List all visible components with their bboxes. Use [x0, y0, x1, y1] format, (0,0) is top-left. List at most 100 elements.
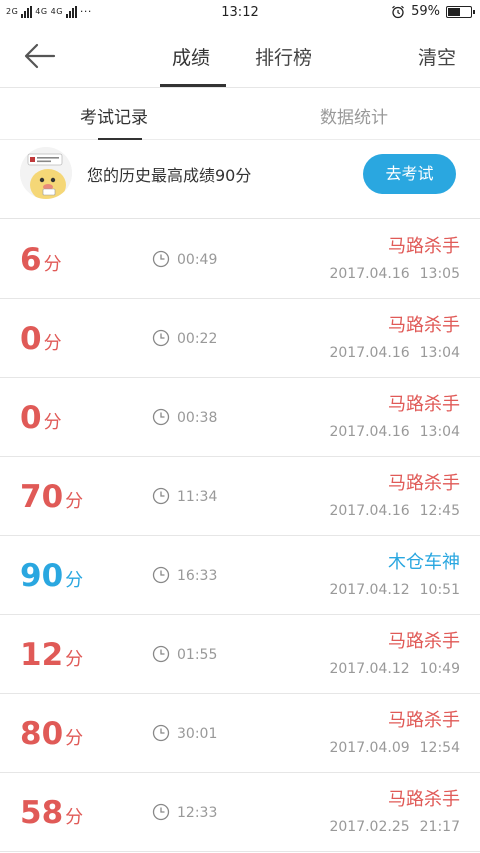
record-score-value: 0 — [20, 321, 42, 357]
tab-score[interactable]: 成绩 — [172, 43, 210, 70]
clear-button[interactable]: 清空 — [418, 43, 456, 70]
record-date: 2017.04.09 — [329, 740, 410, 756]
record-datetime: 2017.04.09 12:54 — [329, 740, 460, 756]
record-row[interactable]: 0 分 00:22 马路杀手 2017.04.16 13:04 — [0, 299, 480, 378]
clock-icon — [152, 329, 170, 347]
subtab-records-underline — [98, 138, 142, 140]
record-duration: 11:34 — [177, 489, 218, 505]
subtab-exam-records[interactable]: 考试记录 — [80, 103, 148, 128]
record-title: 马路杀手 — [388, 710, 460, 731]
record-duration: 00:38 — [177, 410, 218, 426]
record-title: 马路杀手 — [388, 473, 460, 494]
header: 成绩 排行榜 清空 — [0, 26, 480, 88]
battery-fill — [448, 7, 460, 16]
record-score-unit: 分 — [65, 491, 84, 512]
best-score-banner: 您的历史最高成绩90分 去考试 — [0, 141, 480, 219]
status-right: 59% — [391, 4, 475, 19]
record-date: 2017.04.16 — [329, 345, 410, 361]
record-date: 2017.04.16 — [329, 503, 410, 519]
tab-ranking[interactable]: 排行榜 — [255, 43, 312, 70]
record-duration: 16:33 — [177, 568, 218, 584]
record-score-value: 58 — [20, 795, 64, 831]
record-row[interactable]: 58 分 12:33 马路杀手 2017.02.25 21:17 — [0, 773, 480, 852]
record-time: 21:17 — [419, 819, 460, 835]
exam-records-list: 6 分 00:49 马路杀手 2017.04.16 13:05 0 分 00:22 马路杀手 201… — [0, 220, 480, 852]
record-score: 90 分 — [20, 558, 83, 594]
record-duration: 00:49 — [177, 252, 218, 268]
record-time: 12:54 — [419, 740, 460, 756]
record-datetime: 2017.04.16 13:04 — [329, 424, 460, 440]
record-score-value: 12 — [20, 637, 64, 673]
record-date: 2017.04.12 — [329, 661, 410, 677]
clock-icon — [152, 803, 170, 821]
status-bar: 2G 4G 4G ··· 13:12 59% — [0, 0, 480, 26]
record-date: 2017.04.16 — [329, 424, 410, 440]
record-title: 马路杀手 — [388, 236, 460, 257]
record-duration: 00:22 — [177, 331, 218, 347]
record-date: 2017.04.16 — [329, 266, 410, 282]
record-row[interactable]: 80 分 30:01 马路杀手 2017.04.09 12:54 — [0, 694, 480, 773]
subtabs: 考试记录 数据统计 — [0, 88, 480, 140]
subtab-data-stats[interactable]: 数据统计 — [320, 103, 388, 128]
record-score-unit: 分 — [65, 807, 84, 828]
record-score: 80 分 — [20, 716, 83, 752]
record-duration: 01:55 — [177, 647, 218, 663]
record-title: 马路杀手 — [388, 394, 460, 415]
record-datetime: 2017.04.16 13:04 — [329, 345, 460, 361]
record-row[interactable]: 70 分 11:34 马路杀手 2017.04.16 12:45 — [0, 457, 480, 536]
record-row[interactable]: 6 分 00:49 马路杀手 2017.04.16 13:05 — [0, 220, 480, 299]
record-datetime: 2017.02.25 21:17 — [329, 819, 460, 835]
record-score: 70 分 — [20, 479, 83, 515]
arrow-left-icon[interactable] — [22, 40, 58, 72]
record-time: 10:51 — [419, 582, 460, 598]
record-date: 2017.02.25 — [329, 819, 410, 835]
record-date: 2017.04.12 — [329, 582, 410, 598]
clock-icon — [152, 645, 170, 663]
record-score-unit: 分 — [43, 333, 62, 354]
best-score-text: 您的历史最高成绩90分 — [87, 166, 252, 185]
record-row[interactable]: 0 分 00:38 马路杀手 2017.04.16 13:04 — [0, 378, 480, 457]
record-duration: 30:01 — [177, 726, 218, 742]
record-row[interactable]: 90 分 16:33 木仓车神 2017.04.12 10:51 — [0, 536, 480, 615]
clock-icon — [152, 724, 170, 742]
tab-score-underline — [160, 84, 226, 87]
record-time: 12:45 — [419, 503, 460, 519]
record-title: 木仓车神 — [388, 552, 460, 573]
clock-icon — [152, 408, 170, 426]
record-datetime: 2017.04.12 10:51 — [329, 582, 460, 598]
record-score: 6分 — [20, 242, 62, 278]
record-score-unit: 分 — [65, 570, 84, 591]
go-exam-button[interactable]: 去考试 — [363, 154, 456, 194]
record-score-unit: 分 — [65, 728, 84, 749]
record-time: 13:04 — [419, 345, 460, 361]
record-score-value: 0 — [20, 400, 42, 436]
record-row[interactable]: 12 分 01:55 马路杀手 2017.04.12 10:49 — [0, 615, 480, 694]
record-score-unit: 分 — [65, 649, 84, 670]
record-score-value: 70 — [20, 479, 64, 515]
record-score: 58 分 — [20, 795, 83, 831]
record-score-value: 80 — [20, 716, 64, 752]
record-duration: 12:33 — [177, 805, 218, 821]
record-datetime: 2017.04.16 12:45 — [329, 503, 460, 519]
record-time: 13:05 — [419, 266, 460, 282]
record-score: 0分 — [20, 400, 62, 436]
record-datetime: 2017.04.16 13:05 — [329, 266, 460, 282]
record-title: 马路杀手 — [388, 789, 460, 810]
record-title: 马路杀手 — [388, 631, 460, 652]
record-score: 0分 — [20, 321, 62, 357]
record-score-unit: 分 — [43, 412, 62, 433]
record-score-value: 90 — [20, 558, 64, 594]
record-score-unit: 分 — [43, 254, 62, 275]
cartoon-avatar-icon — [20, 147, 72, 199]
battery-icon — [446, 5, 475, 18]
clock-icon — [152, 566, 170, 584]
record-datetime: 2017.04.12 10:49 — [329, 661, 460, 677]
record-title: 马路杀手 — [388, 315, 460, 336]
alarm-clock-icon — [392, 5, 404, 18]
record-score: 12 分 — [20, 637, 83, 673]
battery-percent: 59% — [411, 4, 440, 19]
record-score-value: 6 — [20, 242, 42, 278]
clock-icon — [152, 487, 170, 505]
record-time: 13:04 — [419, 424, 460, 440]
record-time: 10:49 — [419, 661, 460, 677]
